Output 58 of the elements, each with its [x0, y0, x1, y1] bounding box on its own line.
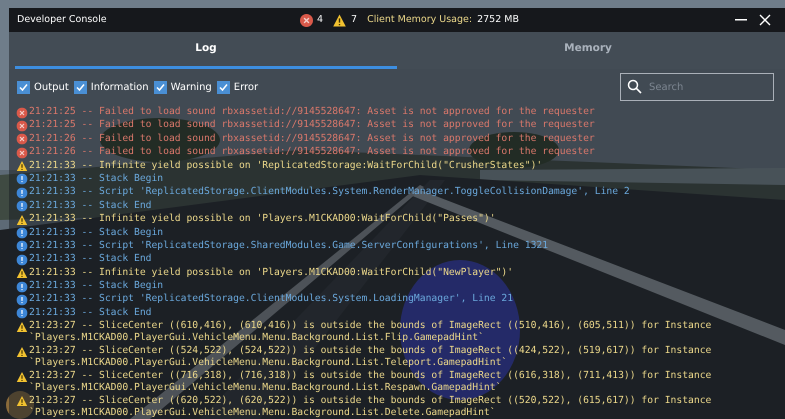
info-icon	[16, 294, 28, 306]
log-entry: 21:21:33 -- Infinite yield possible on 'Players.M1CKAD00:WaitForChild("Passes")'	[29, 213, 496, 226]
warning-icon	[16, 371, 28, 382]
minimize-icon[interactable]	[735, 19, 747, 21]
memory-label: Client Memory Usage:	[367, 12, 472, 27]
checkbox-label: Warning	[170, 80, 212, 94]
error-icon	[16, 134, 28, 145]
info-icon	[16, 200, 28, 212]
memory-value: 2752 MB	[477, 12, 519, 27]
log-entry: 21:23:27 -- SliceCenter ((620,522), (620,522)) is outside the bounds of ImageRect ((520,522), (615,617)) for Instance `Players.M1CKAD00.PlayerGui.VehicleMenu.Menu.Background.List.Delete.GamepadHint`	[29, 394, 712, 419]
info-icon	[16, 254, 28, 266]
error-icon	[300, 14, 313, 26]
log-entry: 21:21:26 -- Failed to load sound rbxassetid://9145528647: Asset is not approved for the requester	[29, 146, 595, 158]
log-entry: 21:21:33 -- Stack Begin	[29, 226, 164, 239]
log-entry: 21:23:27 -- SliceCenter ((716,318), (716,318)) is outside the bounds of ImageRect ((616,318), (711,413)) for Instance `Players.M1CKAD00.PlayerGui.VehicleMenu.Menu.Background.List.Respawn.GamepadHint`	[29, 370, 712, 394]
log-entry: 21:21:33 -- Stack End	[29, 306, 152, 319]
checkbox-label: Output	[34, 80, 69, 94]
checkbox-label: Information	[90, 80, 149, 94]
warning-icon	[16, 214, 28, 226]
log-entry: 21:21:33 -- Stack End	[29, 200, 152, 212]
warning-icon	[16, 321, 28, 332]
info-icon	[16, 174, 28, 185]
log-entry: 21:21:26 -- Failed to load sound rbxassetid://9145528647: Asset is not approved for the requester	[29, 132, 595, 145]
warning-icon	[16, 346, 28, 358]
log-entry: 21:21:33 -- Stack End	[29, 253, 152, 266]
warning-icon	[16, 160, 28, 172]
tab[interactable]: Log	[15, 32, 397, 69]
warning-count: 7	[351, 12, 358, 27]
log-entry: 21:23:27 -- SliceCenter ((610,416), (610,416)) is outside the bounds of ImageRect ((510,416), (605,511)) for Instance `Players.M1CKAD00.PlayerGui.VehicleMenu.Menu.Background.List.Flip.GamepadHint`	[29, 320, 712, 344]
window-title: Developer Console	[17, 12, 108, 27]
log-entry: 21:23:27 -- SliceCenter ((524,522), (524,522)) is outside the bounds of ImageRect ((424,522), (519,617)) for Instance `Players.M1CKAD00.PlayerGui.VehicleMenu.Menu.Background.List.Teleport.GamepadHint`	[29, 345, 712, 370]
log-entry: 21:21:33 -- Infinite yield possible on 'ReplicatedStorage:WaitForChild("CrusherStates")'	[29, 160, 542, 172]
log-entry: 21:21:25 -- Failed to load sound rbxassetid://9145528647: Asset is not approved for the requester	[29, 119, 595, 132]
search-icon	[627, 79, 642, 94]
log-entry: 21:21:33 -- Script 'ReplicatedStorage.ClientModules.System.LoadingManager', Line 21	[29, 293, 514, 306]
log-entry: 21:21:33 -- Stack Begin	[29, 280, 164, 292]
checkbox[interactable]	[17, 80, 30, 94]
warning-icon	[16, 268, 28, 279]
warning-icon	[16, 396, 28, 407]
log-entry: 21:21:33 -- Script 'ReplicatedStorage.ClientModules.System.RenderManager.ToggleCollisionDamage', Line 2	[29, 186, 630, 198]
info-icon	[16, 281, 28, 292]
warning-icon	[333, 14, 346, 26]
log-entry: 21:21:33 -- Stack Begin	[29, 172, 164, 185]
info-icon	[16, 308, 28, 319]
info-icon	[16, 241, 28, 252]
error-icon	[16, 120, 28, 132]
checkbox-label: Error	[234, 80, 258, 94]
log-entry: 21:21:33 -- Infinite yield possible on 'Players.M1CKAD00:WaitForChild("NewPlayer")'	[29, 266, 514, 279]
info-icon	[16, 228, 28, 238]
error-icon	[16, 147, 28, 158]
log-entry: 21:21:25 -- Failed to load sound rbxassetid://9145528647: Asset is not approved for the requester	[29, 106, 595, 118]
log-entry: 21:21:33 -- Script 'ReplicatedStorage.SharedModules.Game.ServerConfigurations', Line 1321	[29, 240, 548, 252]
tab[interactable]: Memory	[397, 32, 779, 69]
error-icon	[16, 107, 28, 118]
error-count: 4	[317, 12, 324, 27]
close-icon[interactable]	[759, 14, 771, 26]
search-field[interactable]: Search	[620, 73, 774, 101]
info-icon	[16, 187, 28, 198]
